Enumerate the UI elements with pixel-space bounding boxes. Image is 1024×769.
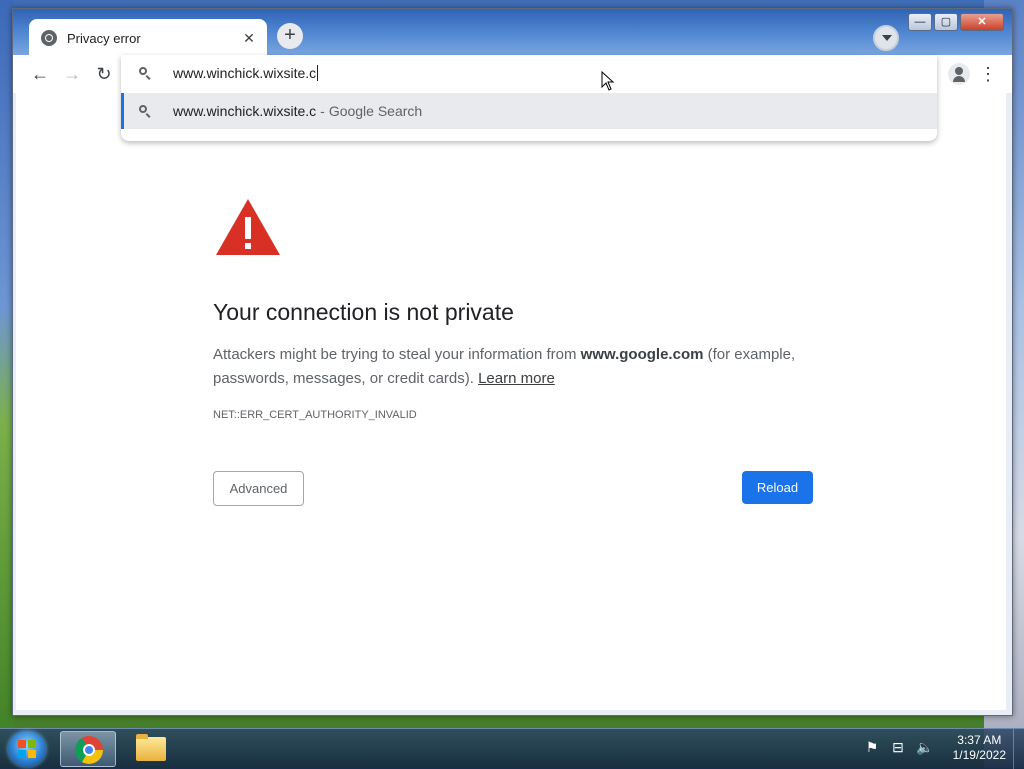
tab-title: Privacy error [67,30,141,46]
maximize-button[interactable]: ▢ [934,13,958,31]
back-button[interactable]: ← [27,61,53,87]
account-icon[interactable] [948,63,970,85]
warning-icon [216,199,280,255]
domain-name: www.google.com [580,346,704,363]
network-icon[interactable]: ⊟ [890,739,906,756]
flag-icon[interactable]: ⚑ [864,739,880,756]
reload-button[interactable]: Reload [742,471,813,504]
error-code: NET::ERR_CERT_AUTHORITY_INVALID [213,409,417,421]
suggestion-text: www.winchick.wixsite.c [173,103,317,119]
system-tray: ⚑ ⊟ 🔈 [864,739,934,756]
error-description: Attackers might be trying to steal your … [213,346,796,387]
browser-window: Privacy error ✕ + — ▢ ✕ ← → ↻ ⋮ www.winc… [12,8,1013,716]
globe-icon [41,30,57,46]
start-button[interactable] [8,731,46,767]
omnibox-dropdown: www.winchick.wixsite.c www.winchick.wixs… [121,55,937,141]
title-bar: Privacy error ✕ + — ▢ ✕ [13,9,1012,57]
forward-button[interactable]: → [59,61,85,87]
window-controls: — ▢ ✕ [908,13,1004,31]
page-title: Your connection is not private [213,299,514,325]
minimize-button[interactable]: — [908,13,932,31]
address-input[interactable]: www.winchick.wixsite.c [173,65,319,81]
search-icon [139,105,151,117]
learn-more-link[interactable]: Learn more [478,370,555,387]
page-content: Your connection is not private Attackers… [16,93,1006,710]
clock[interactable]: 3:37 AM 1/19/2022 [953,733,1006,763]
taskbar-explorer[interactable] [122,731,178,767]
show-desktop-button[interactable] [1013,729,1024,769]
omnibox-suggestion[interactable]: www.winchick.wixsite.c - Google Search [121,93,937,129]
suggestion-separator: - [320,103,325,119]
browser-menu-button[interactable]: ⋮ [978,61,998,87]
advanced-button[interactable]: Advanced [213,471,304,506]
taskbar: ⚑ ⊟ 🔈 3:37 AM 1/19/2022 [0,728,1024,769]
volume-icon[interactable]: 🔈 [916,739,933,756]
text-caret [317,65,319,81]
address-bar[interactable]: www.winchick.wixsite.c [121,55,937,91]
search-icon [139,67,151,79]
new-tab-button[interactable]: + [277,23,303,49]
close-window-button[interactable]: ✕ [960,13,1004,31]
tab-privacy-error[interactable]: Privacy error ✕ [29,19,267,57]
chrome-icon [75,736,103,764]
mouse-cursor-icon [601,71,615,91]
suggestion-engine: Google Search [328,103,423,119]
tab-search-dropdown-icon[interactable] [873,25,899,51]
reload-page-button[interactable]: ↻ [91,61,117,87]
clock-date: 1/19/2022 [952,748,1006,762]
folder-icon [136,734,166,761]
taskbar-chrome[interactable] [60,731,116,767]
tab-close-icon[interactable]: ✕ [241,30,257,47]
clock-time: 3:37 AM [957,733,1002,747]
